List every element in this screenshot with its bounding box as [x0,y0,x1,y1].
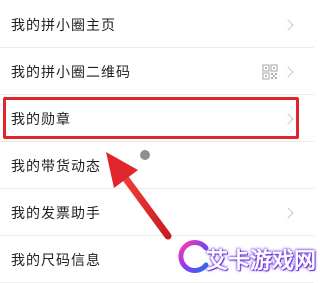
watermark: 艾卡游戏网 [176,236,316,278]
chevron-right-icon [282,18,294,31]
menu-item-label: 我的拼小圈二维码 [11,64,131,81]
chevron-right-icon [282,206,294,219]
qr-code-icon [262,63,278,80]
menu-item-label: 我的尺码信息 [11,252,101,269]
chevron-right-icon [282,65,294,78]
chevron-right-icon [282,112,294,125]
screen-smudge [140,150,150,160]
menu-item-label: 我的拼小圈主页 [11,17,116,34]
menu-item-invoice-assistant[interactable]: 我的发票助手 [0,190,314,236]
menu-item-sales-feed[interactable]: 我的带货动态 [0,143,314,189]
menu-item-label: 我的发票助手 [11,205,101,222]
menu-item-label: 我的勋章 [11,111,71,128]
menu-item-label: 我的带货动态 [11,158,101,175]
menu-item-pinxiaoquan-homepage[interactable]: 我的拼小圈主页 [0,2,314,48]
menu-item-pinxiaoquan-qrcode[interactable]: 我的拼小圈二维码 [0,49,314,95]
watermark-text: 艾卡游戏网 [206,249,317,274]
menu-item-medals[interactable]: 我的勋章 [0,96,314,142]
